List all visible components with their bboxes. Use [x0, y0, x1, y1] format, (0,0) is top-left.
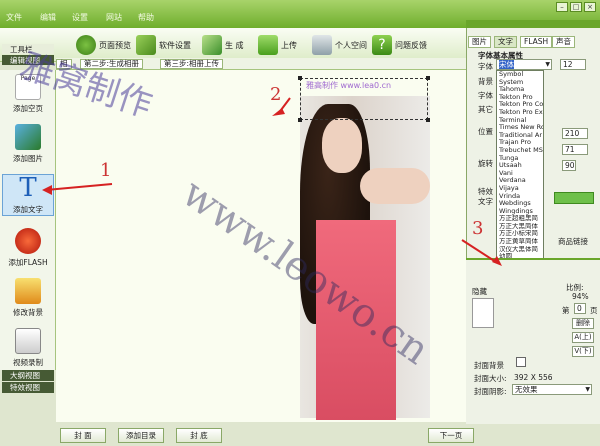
- annotation-number-2: 2: [270, 84, 282, 105]
- arrow-3: [461, 239, 497, 263]
- arrow-2-head: [272, 108, 285, 116]
- arrow-1-head: [42, 185, 52, 195]
- arrow-1: [45, 183, 113, 191]
- arrow-3-head: [492, 256, 502, 266]
- annotation-number-3: 3: [472, 218, 484, 239]
- annotation-number-1: 1: [100, 160, 112, 181]
